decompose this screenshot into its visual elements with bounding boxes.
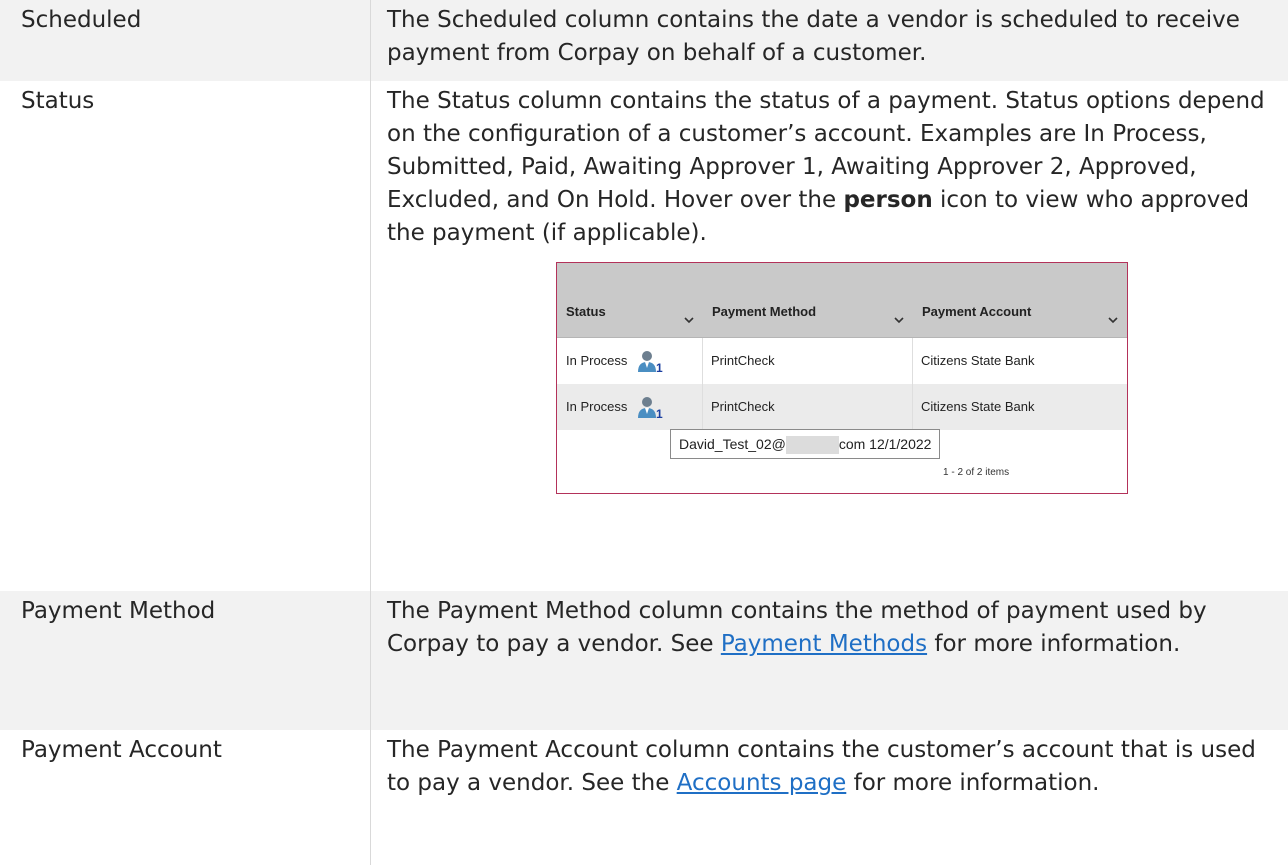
accounts-page-link[interactable]: Accounts page [677, 770, 847, 796]
chevron-down-icon[interactable] [1107, 315, 1119, 325]
status-text: In Process [566, 399, 627, 414]
person-icon[interactable]: 1 [637, 395, 663, 419]
column-header-payment-method[interactable]: Payment Method [703, 263, 913, 337]
definitions-table: Scheduled The Scheduled column contains … [0, 0, 1288, 865]
status-cell: In Process 1 [557, 338, 703, 384]
description-cell: The Status column contains the status of… [371, 81, 1288, 591]
definition-row: Scheduled The Scheduled column contains … [0, 0, 1288, 81]
tooltip-email-prefix: David_Test_02@ [679, 436, 786, 452]
embedded-screenshot: Status Payment Method Payment Account [556, 262, 1128, 494]
definition-row: Payment Account The Payment Account colu… [0, 730, 1288, 865]
status-text: In Process [566, 353, 627, 368]
description-cell: The Payment Method column contains the m… [371, 591, 1288, 730]
chevron-down-icon[interactable] [683, 315, 695, 325]
account-cell: Citizens State Bank [913, 384, 1127, 430]
column-header-status[interactable]: Status [557, 263, 703, 337]
approver-tooltip: David_Test_02@ com 12/1/2022 [670, 429, 940, 459]
term-cell: Scheduled [0, 0, 371, 81]
term-cell: Payment Account [0, 730, 371, 865]
description-text: for more information. [846, 770, 1099, 796]
definition-row: Status The Status column contains the st… [0, 81, 1288, 591]
grid-header: Status Payment Method Payment Account [557, 263, 1127, 338]
account-cell: Citizens State Bank [913, 338, 1127, 384]
pager-info: 1 - 2 of 2 items [943, 456, 1009, 489]
column-header-label: Status [566, 295, 606, 328]
term-cell: Status [0, 81, 371, 591]
table-row[interactable]: In Process 1 PrintCheck Citizens State B… [557, 338, 1127, 384]
redacted-block [786, 436, 839, 454]
chevron-down-icon[interactable] [893, 315, 905, 325]
payment-methods-link[interactable]: Payment Methods [721, 631, 927, 657]
approver-count: 1 [656, 361, 663, 373]
person-icon[interactable]: 1 [637, 349, 663, 373]
description-cell: The Payment Account column contains the … [371, 730, 1288, 865]
description-text: for more information. [927, 631, 1180, 657]
method-cell: PrintCheck [703, 338, 913, 384]
tooltip-email-suffix: com 12/1/2022 [839, 436, 932, 452]
definition-row: Payment Method The Payment Method column… [0, 591, 1288, 730]
approver-count: 1 [656, 407, 663, 419]
status-cell: In Process 1 [557, 384, 703, 430]
column-header-label: Payment Account [922, 295, 1031, 328]
description-cell: The Scheduled column contains the date a… [371, 0, 1288, 81]
term-cell: Payment Method [0, 591, 371, 730]
table-row[interactable]: In Process 1 PrintCheck Citizens State B… [557, 384, 1127, 430]
column-header-label: Payment Method [712, 295, 816, 328]
description-bold-text: person [843, 187, 932, 213]
column-header-payment-account[interactable]: Payment Account [913, 263, 1127, 337]
method-cell: PrintCheck [703, 384, 913, 430]
